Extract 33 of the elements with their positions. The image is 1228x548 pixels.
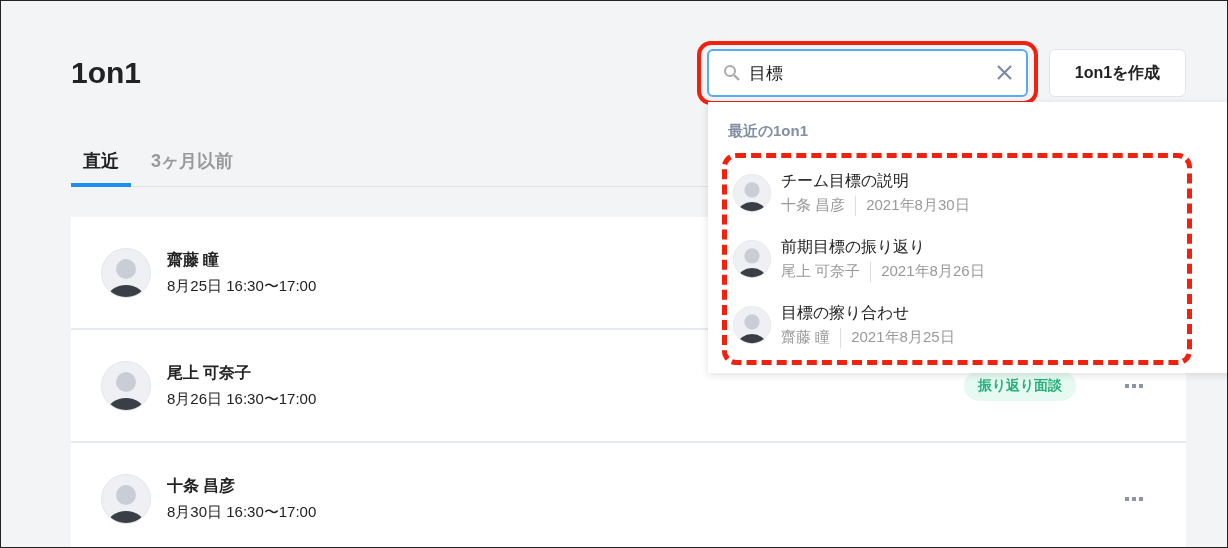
search-icon bbox=[723, 64, 741, 82]
search-result[interactable]: 目標の擦り合わせ 齋藤 瞳 2021年8月25日 bbox=[727, 292, 1187, 358]
result-person: 齋藤 瞳 bbox=[781, 328, 831, 347]
avatar bbox=[101, 360, 151, 411]
avatar bbox=[733, 240, 771, 278]
avatar bbox=[101, 247, 151, 298]
person-name: 尾上 可奈子 bbox=[167, 362, 252, 383]
close-icon[interactable] bbox=[997, 65, 1012, 80]
meeting-time: 8月25日 16:30〜17:00 bbox=[167, 276, 317, 296]
person-name: 齋藤 瞳 bbox=[167, 249, 220, 270]
result-date: 2021年8月25日 bbox=[851, 328, 955, 347]
result-person: 尾上 可奈子 bbox=[781, 262, 861, 281]
result-person: 十条 昌彦 bbox=[781, 196, 846, 215]
avatar bbox=[101, 473, 151, 524]
dropdown-heading: 最近の1on1 bbox=[728, 122, 809, 141]
avatar bbox=[733, 174, 771, 212]
person-name: 十条 昌彦 bbox=[167, 475, 236, 496]
meeting-time: 8月26日 16:30〜17:00 bbox=[167, 389, 317, 409]
result-title: チーム目標の説明 bbox=[781, 170, 910, 191]
create-button[interactable]: 1on1を作成 bbox=[1049, 49, 1186, 97]
search-field[interactable]: 目標 bbox=[707, 49, 1028, 97]
more-icon[interactable] bbox=[1122, 496, 1146, 501]
result-title: 前期目標の振り返り bbox=[781, 236, 926, 257]
result-date: 2021年8月30日 bbox=[866, 196, 970, 215]
more-icon[interactable] bbox=[1122, 383, 1146, 388]
tab[interactable]: 直近 bbox=[71, 145, 131, 187]
result-title: 目標の擦り合わせ bbox=[781, 302, 910, 323]
page-title: 1on1 bbox=[71, 56, 143, 90]
search-result[interactable]: 前期目標の振り返り 尾上 可奈子 2021年8月26日 bbox=[727, 226, 1187, 292]
result-date: 2021年8月26日 bbox=[881, 262, 985, 281]
avatar bbox=[733, 306, 771, 344]
search-result[interactable]: チーム目標の説明 十条 昌彦 2021年8月30日 bbox=[727, 160, 1187, 226]
meeting-time: 8月30日 16:30〜17:00 bbox=[167, 502, 317, 522]
